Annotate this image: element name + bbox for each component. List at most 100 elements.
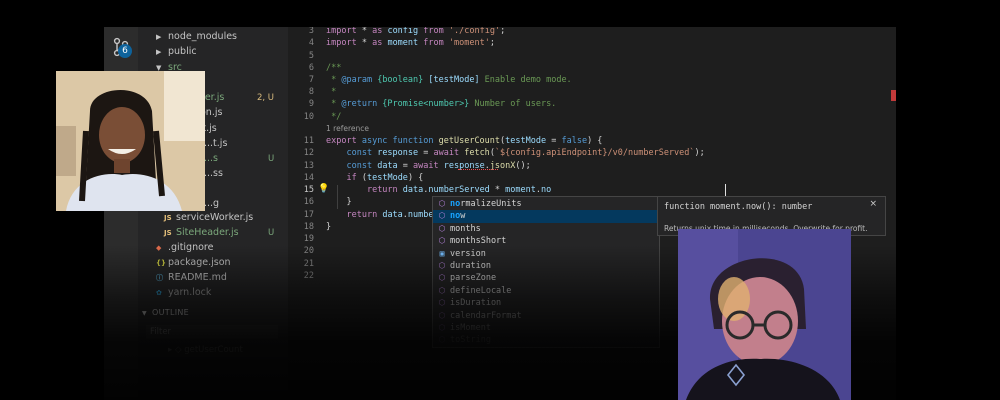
text-cursor [725, 184, 726, 196]
webcam-tile-right [678, 229, 851, 400]
tree-item-yarn-lock[interactable]: ✿ yarn.lock [156, 286, 211, 300]
line-number: 15 [303, 185, 314, 195]
code-line: } [326, 222, 332, 232]
suggestion-item[interactable]: ⬡ duration [433, 260, 659, 272]
line-number: 21 [303, 259, 314, 269]
suggestion-label: version [450, 248, 486, 259]
screen: 6 ▶node_modules ▶public ▼src JSHeader.js… [0, 0, 1000, 400]
outline-section-header[interactable]: ▼ OUTLINE [138, 305, 288, 321]
git-decoration: U [268, 154, 275, 164]
code-line: return data.number [346, 210, 439, 220]
codelens-references[interactable]: 1 reference [326, 124, 369, 133]
suggestion-label: months [450, 223, 481, 234]
scrollbar-error-marker[interactable] [891, 90, 896, 101]
yarn-file-icon: ✿ [156, 289, 162, 297]
person-video [56, 71, 205, 211]
line-number: 8 [308, 87, 314, 97]
code-line: import * as config from './config'; [326, 27, 506, 36]
code-line: * [326, 87, 337, 97]
suggestion-item[interactable]: ⬡ months [433, 223, 659, 235]
json-file-icon: {} [156, 259, 166, 267]
suggestion-label: defineLocale [450, 285, 512, 296]
method-icon: ⬡ [438, 285, 446, 295]
suggestion-label: w [460, 211, 466, 222]
line-number: 14 [303, 173, 314, 183]
method-icon: ⬡ [438, 223, 446, 233]
chevron-down-icon: ▼ [142, 310, 147, 317]
suggestion-item[interactable]: ▣ version [433, 248, 659, 260]
line-number: 5 [308, 51, 314, 61]
method-icon: ⬡ [438, 261, 446, 270]
suggestion-label: parseZone [450, 273, 497, 284]
line-number: 9 [308, 99, 314, 109]
code-line: */ [326, 112, 342, 122]
chevron-right-icon: ▶ [156, 33, 162, 41]
code-line: const data = await response.jsonX(); [346, 161, 531, 171]
outline-item[interactable]: ▸ ◇ getUserCount [168, 345, 243, 355]
method-icon: ⬡ [438, 199, 446, 208]
autocomplete-list[interactable]: ⬡ normalizeUnits ⬡ now ⬡ months ⬡ monthsShort ▣ v… [432, 196, 660, 348]
code-line-active: return data.numberServed * moment.no [366, 185, 552, 195]
tree-item-package-json[interactable]: {} package.json [156, 256, 231, 270]
line-number: 3 [308, 27, 314, 36]
suggestion-label: monthsShort [450, 236, 507, 247]
line-number: 18 [303, 222, 314, 232]
detail-signature: function moment.now(): number [664, 202, 813, 212]
tree-item-site-header[interactable]: JS SiteHeader.js [164, 226, 239, 240]
suggestion-label: rmalizeUnits [460, 199, 522, 209]
variable-icon: ▣ [439, 248, 445, 258]
line-number: 19 [303, 234, 314, 244]
suggestion-label: isMoment [450, 323, 491, 333]
method-icon: ⬡ [438, 310, 446, 320]
line-number: 20 [303, 246, 314, 256]
code-line: const response = await fetch(`${config.a… [346, 148, 705, 158]
suggestion-item[interactable]: ⬡ parseZone [433, 272, 659, 284]
tree-item-gitignore[interactable]: ◆ .gitignore [156, 241, 213, 255]
tree-item-public[interactable]: ▶ public [156, 45, 197, 59]
suggestion-label: toString [450, 335, 491, 346]
outline-filter-input[interactable]: Filter [146, 325, 278, 339]
line-number: 7 [308, 75, 314, 85]
line-number: 11 [303, 136, 314, 146]
close-icon[interactable]: × [869, 199, 877, 209]
method-icon: ⬡ [438, 323, 446, 332]
tree-item-service-worker[interactable]: JS serviceWorker.js [164, 211, 253, 225]
js-file-icon: JS [164, 214, 172, 222]
tree-item-file[interactable]: ...ss [204, 167, 223, 181]
js-file-icon: JS [164, 229, 172, 237]
tree-item-file[interactable]: ...g [204, 197, 219, 211]
suggestion-item[interactable]: ⬡ calendarFormat [433, 310, 659, 322]
code-line: if (testMode) { [346, 173, 424, 183]
git-file-icon: ◆ [156, 244, 162, 252]
suggestion-label: duration [450, 261, 491, 271]
suggestion-item[interactable]: ⬡ toString [433, 334, 659, 346]
suggestion-item[interactable]: ⬡ now [433, 210, 659, 223]
error-squiggle [458, 167, 498, 170]
tree-item-readme[interactable]: ⓘ README.md [156, 271, 227, 285]
suggestion-item[interactable]: ⬡ normalizeUnits [433, 198, 659, 210]
suggestion-label: calendarFormat [450, 310, 522, 321]
method-icon: ⬡ [438, 298, 446, 308]
chevron-right-icon: ▶ [156, 48, 162, 56]
suggestion-item[interactable]: ⬡ isMoment [433, 322, 659, 334]
git-decoration: 2, U [257, 93, 275, 103]
code-line: export async function getUserCount(testM… [326, 136, 603, 146]
line-number: 6 [308, 63, 314, 73]
suggestion-item[interactable]: ⬡ isDuration [433, 297, 659, 309]
suggestion-item[interactable]: ⬡ monthsShort [433, 235, 659, 247]
method-icon: ⬡ [438, 236, 446, 246]
git-decoration: U [268, 228, 275, 238]
line-number: 13 [303, 161, 314, 171]
line-number: 17 [303, 210, 314, 220]
code-line: * @param {boolean} [testMode] Enable dem… [326, 75, 572, 85]
line-number: 4 [308, 38, 314, 48]
tree-item-file[interactable]: ...t.js [204, 137, 227, 151]
tree-item-node-modules[interactable]: ▶ node_modules [156, 30, 237, 44]
code-line: /** [326, 63, 342, 73]
webcam-tile-left [56, 71, 205, 211]
person-video [678, 229, 851, 400]
suggestion-match: no [450, 199, 461, 209]
tree-item-file[interactable]: ...s [204, 152, 218, 166]
suggestion-item[interactable]: ⬡ defineLocale [433, 285, 659, 297]
line-number: 16 [303, 197, 314, 207]
